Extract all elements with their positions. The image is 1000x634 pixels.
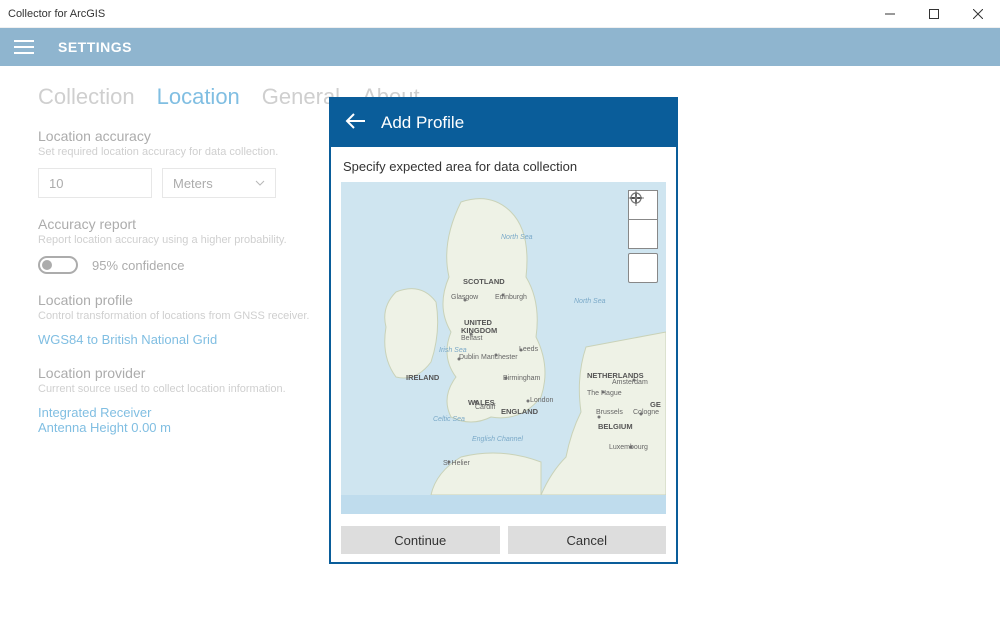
- dialog-instruction: Specify expected area for data collectio…: [341, 159, 666, 174]
- map-label: BELGIUM: [598, 422, 633, 431]
- confidence-label: 95% confidence: [92, 258, 185, 273]
- dialog-footer: Continue Cancel: [341, 526, 666, 554]
- tab-location[interactable]: Location: [157, 84, 240, 110]
- accuracy-value: 10: [49, 176, 63, 191]
- window-controls: [868, 0, 1000, 28]
- accuracy-value-input[interactable]: 10: [38, 168, 152, 198]
- chevron-down-icon: [255, 178, 265, 188]
- menu-icon[interactable]: [14, 33, 42, 61]
- accuracy-unit: Meters: [173, 176, 213, 191]
- map-label: Belfast: [461, 335, 482, 342]
- accuracy-unit-select[interactable]: Meters: [162, 168, 276, 198]
- map-label: SCOTLAND: [463, 277, 505, 286]
- map-label: London: [530, 397, 553, 404]
- minimize-button[interactable]: [868, 0, 912, 28]
- dialog-header: Add Profile: [331, 99, 676, 147]
- map-label: Leeds: [519, 346, 538, 353]
- map-label: Cologne: [633, 409, 659, 416]
- window-title: Collector for ArcGIS: [8, 8, 105, 20]
- maximize-button[interactable]: [912, 0, 956, 28]
- map-label: Dublin: [459, 354, 479, 361]
- map-label: Brussels: [596, 409, 623, 416]
- map-label: Edinburgh: [495, 294, 527, 301]
- map-label: KINGDOM: [461, 326, 497, 335]
- map-label: Amsterdam: [612, 379, 648, 386]
- continue-button[interactable]: Continue: [341, 526, 500, 554]
- dialog-body: Specify expected area for data collectio…: [331, 147, 676, 562]
- confidence-toggle[interactable]: [38, 256, 78, 274]
- add-profile-dialog: Add Profile Specify expected area for da…: [329, 97, 678, 564]
- app-header: SETTINGS: [0, 28, 1000, 66]
- map-label: GE: [650, 400, 661, 409]
- map-label: St Helier: [443, 460, 470, 467]
- map-label: Glasgow: [451, 294, 478, 301]
- zoom-out-button[interactable]: [628, 219, 658, 249]
- map-label: Celtic Sea: [433, 416, 465, 423]
- close-button[interactable]: [956, 0, 1000, 28]
- map-label: ENGLAND: [501, 407, 538, 416]
- cancel-button[interactable]: Cancel: [508, 526, 667, 554]
- page-title: SETTINGS: [58, 39, 132, 55]
- map-label: Irish Sea: [439, 347, 467, 354]
- map-label: Luxembourg: [609, 444, 648, 451]
- map-label: Cardiff: [475, 404, 496, 411]
- map-controls: [628, 190, 658, 287]
- map-label: The Hague: [587, 390, 622, 397]
- tab-collection[interactable]: Collection: [38, 84, 135, 110]
- map-label: Birmingham: [503, 375, 540, 382]
- map-label: English Channel: [472, 436, 523, 443]
- back-arrow-icon[interactable]: [345, 112, 367, 135]
- window-titlebar: Collector for ArcGIS: [0, 0, 1000, 28]
- dialog-title: Add Profile: [381, 113, 464, 133]
- map-view[interactable]: North Sea North Sea Irish Sea Celtic Sea…: [341, 182, 666, 514]
- map-label: Manchester: [481, 354, 518, 361]
- map-label: North Sea: [574, 298, 606, 305]
- locate-button[interactable]: [628, 253, 658, 283]
- map-label: North Sea: [501, 234, 533, 241]
- map-label: IRELAND: [406, 373, 439, 382]
